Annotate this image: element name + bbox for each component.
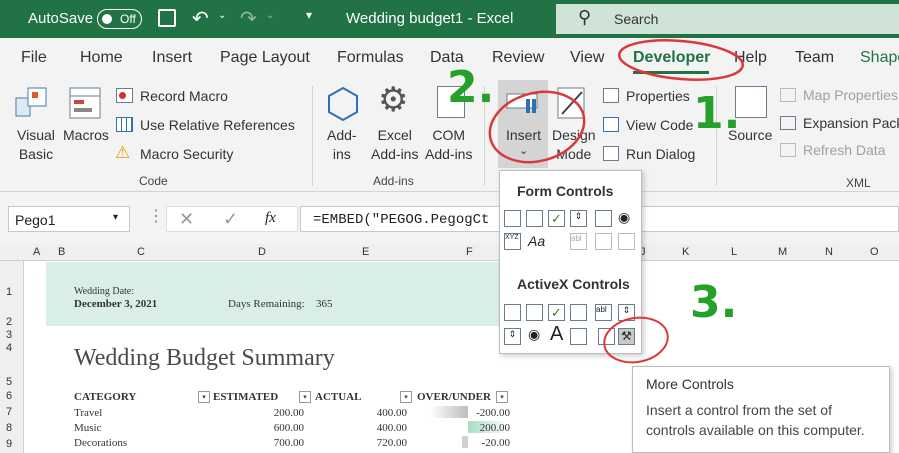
step-3-label: 3.	[690, 277, 738, 328]
step-1-label: 1.	[693, 88, 741, 139]
more-controls-circle	[603, 316, 669, 364]
step-2-label: 2.	[447, 62, 495, 113]
insert-button-circle	[488, 90, 586, 164]
developer-tab-circle	[617, 39, 745, 81]
